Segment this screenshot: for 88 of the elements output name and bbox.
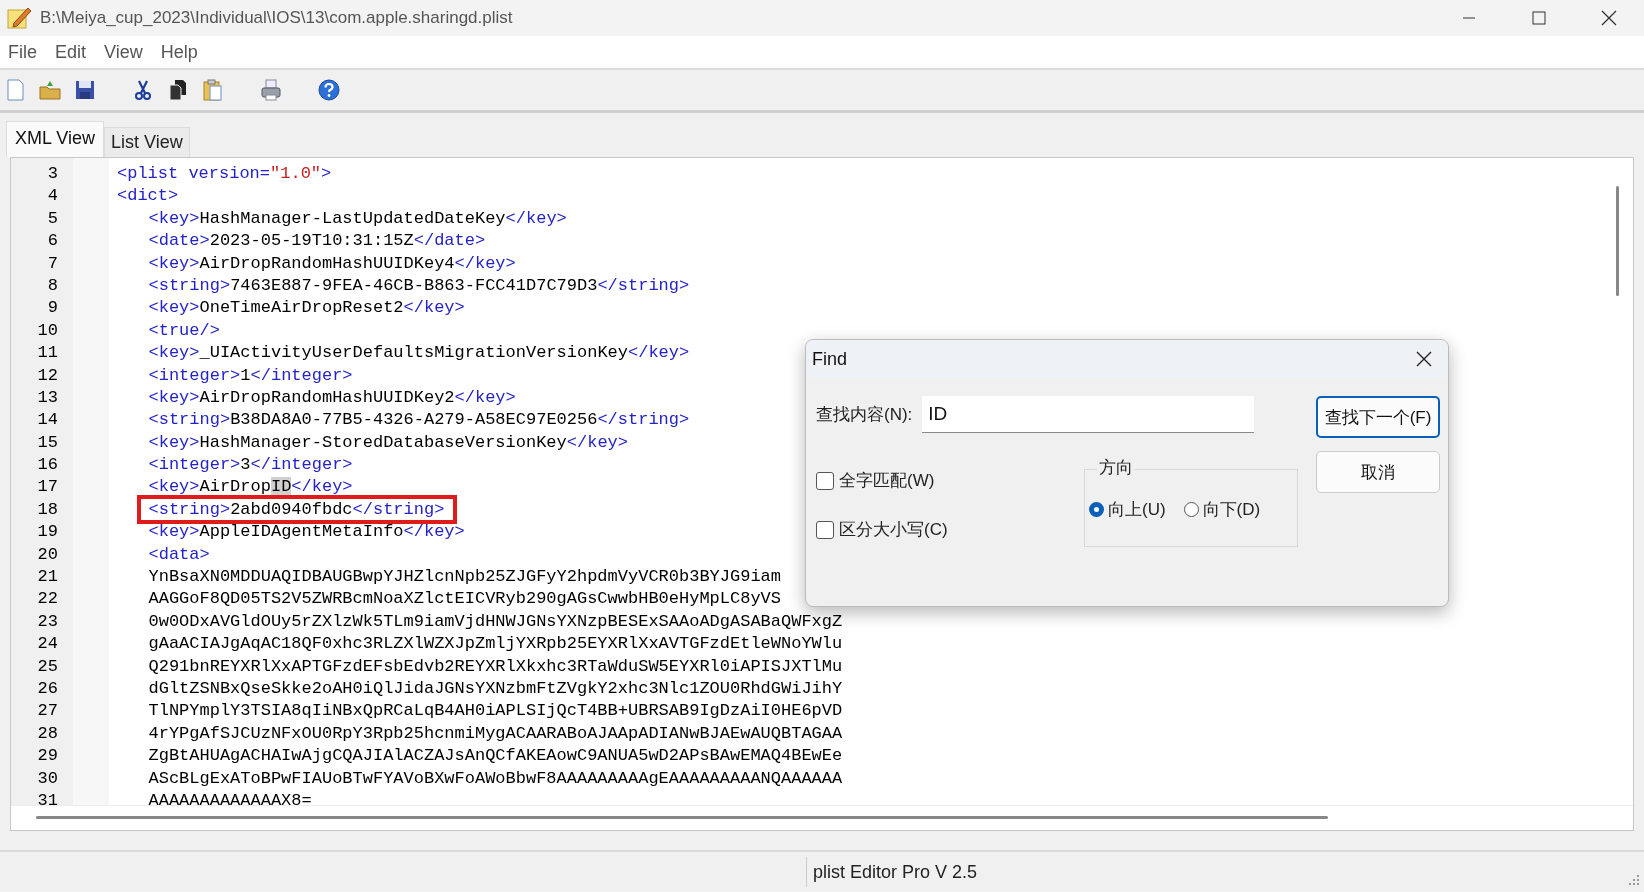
radio-button[interactable] <box>1089 502 1104 517</box>
line-number: 4 <box>46 186 59 208</box>
line-number: 10 <box>36 320 59 342</box>
code-line: <string>B38DA8A0-77B5-4326-A279-A58EC97E0256</string> <box>148 410 690 430</box>
code-line: dGltZSNBxQseSkke2oAH0iQlJidaJGNsYXNzbmFtZVgkY2xhc3Nlc1ZOU0RhdGWiJihY <box>148 679 843 698</box>
code-line: <key>AppleIDAgentMetaInfo</key> <box>148 522 465 542</box>
status-text: plist Editor Pro V 2.5 <box>806 857 1628 887</box>
line-number: 23 <box>36 611 59 633</box>
window-title: B:\Meiya_cup_2023\Individual\IOS\13\com.apple.sharingd.plist <box>40 8 514 28</box>
code-line: <string>2abd0940fbdc</string> <box>148 499 445 519</box>
code-line: AAAAAAAAAAAAAX8= <box>148 790 312 805</box>
dialog-title: Find <box>812 348 848 370</box>
code-line: <key>AirDropRandomHashUUIDKey2</key> <box>148 387 516 407</box>
code-line: AScBLgExAToBPwFIAUoBTwFYAVoBXwFoAWoBbwF8AAAAAAAAAgEAAAAAAAAANQAAAAAA <box>148 768 843 788</box>
line-number: 16 <box>36 455 59 477</box>
code-line: gAaACIAJgAqAC18QF0xhc3RLZXlWZXJpZmljYXRpb25EYXRlXxAVTGFzdEtleWNoYWlu <box>148 634 843 654</box>
line-number: 3 <box>46 164 59 185</box>
line-number: 18 <box>36 499 59 521</box>
line-number: 27 <box>36 701 59 723</box>
code-line: <key>HashManager-LastUpdatedDateKey</key> <box>148 208 567 228</box>
code-line: <plist version="1.0"> <box>117 164 332 183</box>
code-line: <true/> <box>148 320 220 340</box>
code-line: <key>HashManager-StoredDatabaseVersionKey</key> <box>148 432 628 452</box>
code-line: <string>7463E887-9FEA-46CB-B863-FCC41D7C79D3</string> <box>148 275 690 295</box>
line-number: 5 <box>46 208 59 230</box>
radio-label: 向下(D) <box>1202 499 1261 521</box>
code-line: <key>OneTimeAirDropReset2</key> <box>148 298 465 318</box>
line-number: 20 <box>36 544 59 566</box>
search-field[interactable]: ID <box>922 396 1255 433</box>
dialog-button[interactable]: 查找下一个(F) <box>1316 396 1440 438</box>
code-line: <integer>1</integer> <box>148 365 353 385</box>
line-number: 19 <box>36 522 59 544</box>
group-label: 方向 <box>1097 456 1135 479</box>
code-line: <key>AirDropID</key> <box>148 477 353 497</box>
code-line: AAGGoF8QD05TS2V5ZWRBcmNoaXZlctEICVRyb290gAGsCwwbHB0eHyMpLC8yVS <box>148 589 781 609</box>
code-line: <dict> <box>117 186 179 206</box>
menu-item[interactable]: View <box>98 41 149 63</box>
line-number: 21 <box>36 567 59 589</box>
line-number: 12 <box>36 365 59 387</box>
line-number: 6 <box>46 231 59 253</box>
line-number: 14 <box>36 410 59 432</box>
line-number: 28 <box>36 723 59 745</box>
checkbox[interactable] <box>816 471 834 490</box>
line-number: 13 <box>36 387 59 409</box>
code-line: <key>AirDropRandomHashUUIDKey4</key> <box>148 253 516 273</box>
close-icon[interactable] <box>1416 351 1432 367</box>
tab[interactable]: XML View <box>6 121 105 157</box>
line-number: 24 <box>36 634 59 656</box>
line-number: 26 <box>36 679 59 700</box>
line-number: 17 <box>36 477 59 499</box>
menu-item[interactable]: Edit <box>49 41 93 63</box>
line-number: 8 <box>46 275 59 297</box>
menu-item[interactable]: Help <box>154 41 204 63</box>
scrollbar-thumb[interactable] <box>36 816 1328 819</box>
checkbox[interactable] <box>816 520 834 539</box>
help-icon[interactable] <box>317 78 341 102</box>
radio-button[interactable] <box>1183 502 1199 517</box>
radio-label: 向上(U) <box>1108 499 1166 521</box>
code-line: <integer>3</integer> <box>148 455 353 475</box>
code-line: <key>_UIActivityUserDefaultsMigrationVersionKey</key> <box>148 343 690 363</box>
code-line: <date>2023-05-19T10:31:15Z</date> <box>148 231 486 251</box>
checkbox-label: 区分大小写(C) <box>839 519 948 541</box>
line-number: 25 <box>36 656 59 678</box>
line-number: 22 <box>36 589 59 611</box>
clipboard-icon[interactable] <box>201 78 225 102</box>
notepad-pencil-icon <box>6 5 32 31</box>
line-number: 15 <box>36 432 59 454</box>
printer-icon[interactable] <box>259 78 283 102</box>
code-line: 0w0ODxAVGldOUy5rZXlzWk5TLm9iamVjdHNWJGNsYXNzpBESExSAAoADgASABaQWFxgZ <box>148 611 843 631</box>
line-number: 31 <box>36 790 59 805</box>
code-line: TlNPYmplY3TSIA8qIiNBxQpRCaLqB4AH0iAPLSIjQcT4BB+UBRSAB9IgDzAiI0HE6pVD <box>148 701 843 721</box>
code-line: <data> <box>148 544 210 564</box>
line-number: 9 <box>46 298 59 320</box>
line-number: 29 <box>36 746 59 768</box>
field-label: 查找内容(N): <box>816 404 913 426</box>
dialog-button[interactable]: 取消 <box>1316 451 1440 493</box>
scrollbar-thumb[interactable] <box>1616 186 1619 296</box>
tab[interactable]: List View <box>104 127 190 157</box>
code-line: Q291bnREYXRlXxAPTGFzdEFsbEdvb2REYXRlXkxhc3RTaWduSW5EYXRl0iAPISJXTlMu <box>148 656 843 676</box>
line-number: 11 <box>36 343 59 365</box>
checkbox-label: 全字匹配(W) <box>839 470 935 492</box>
resize-grip-icon[interactable] <box>1628 874 1640 886</box>
line-number: 30 <box>36 768 59 790</box>
code-line: YnBsaXN0MDDUAQIDBAUGBwpYJHZlcnNpb25ZJGFyY2hpdmVyVCR0b3BYJG9iam <box>148 567 781 587</box>
code-line: ZgBtAHUAgACHAIwAjgCQAJIAlACZAJsAnQCfAKEAowC9ANUA5wD2APsBAwEMAQ4BEwEe <box>148 746 843 766</box>
code-line: 4rYPgAfSJCUzNFxOU0RpY3Rpb25hcnmiMygACAARABoAJAApADIANwBJAEwAUQBTAGAA <box>148 723 843 743</box>
menu-item[interactable]: File <box>2 41 43 63</box>
line-number: 7 <box>46 253 59 275</box>
